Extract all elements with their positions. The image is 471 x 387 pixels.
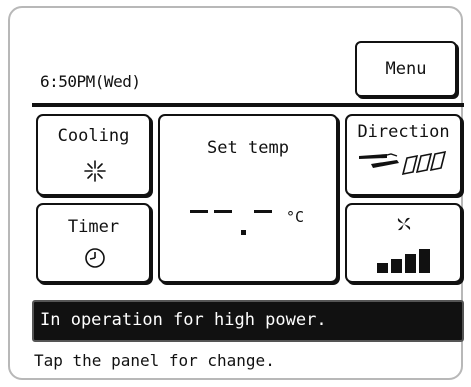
louver-direction-icon (357, 150, 451, 184)
mode-button[interactable]: Cooling (36, 114, 151, 196)
direction-label: Direction (357, 122, 450, 142)
direction-button[interactable]: Direction (345, 114, 462, 196)
mode-label: Cooling (57, 126, 130, 146)
fan-icon (395, 215, 413, 233)
fan-speed-bars (377, 249, 433, 273)
timer-button[interactable]: Timer (36, 203, 151, 283)
control-panel-screen: 6:50PM(Wed) Menu Cooling Timer Set temp … (8, 6, 464, 380)
set-temp-button[interactable]: Set temp °C (158, 114, 338, 283)
timer-label: Timer (67, 217, 120, 237)
clock-icon (84, 247, 106, 269)
menu-button[interactable]: Menu (355, 41, 457, 97)
footer-hint: Tap the panel for change. (34, 351, 275, 370)
set-temp-value (190, 206, 284, 236)
temp-unit: °C (286, 208, 305, 226)
header-divider (32, 103, 464, 107)
fan-speed-button[interactable] (345, 203, 462, 283)
snowflake-icon (84, 160, 106, 182)
set-temp-label: Set temp (207, 138, 289, 158)
clock-display: 6:50PM(Wed) (40, 72, 141, 91)
status-message: In operation for high power. (32, 300, 464, 342)
